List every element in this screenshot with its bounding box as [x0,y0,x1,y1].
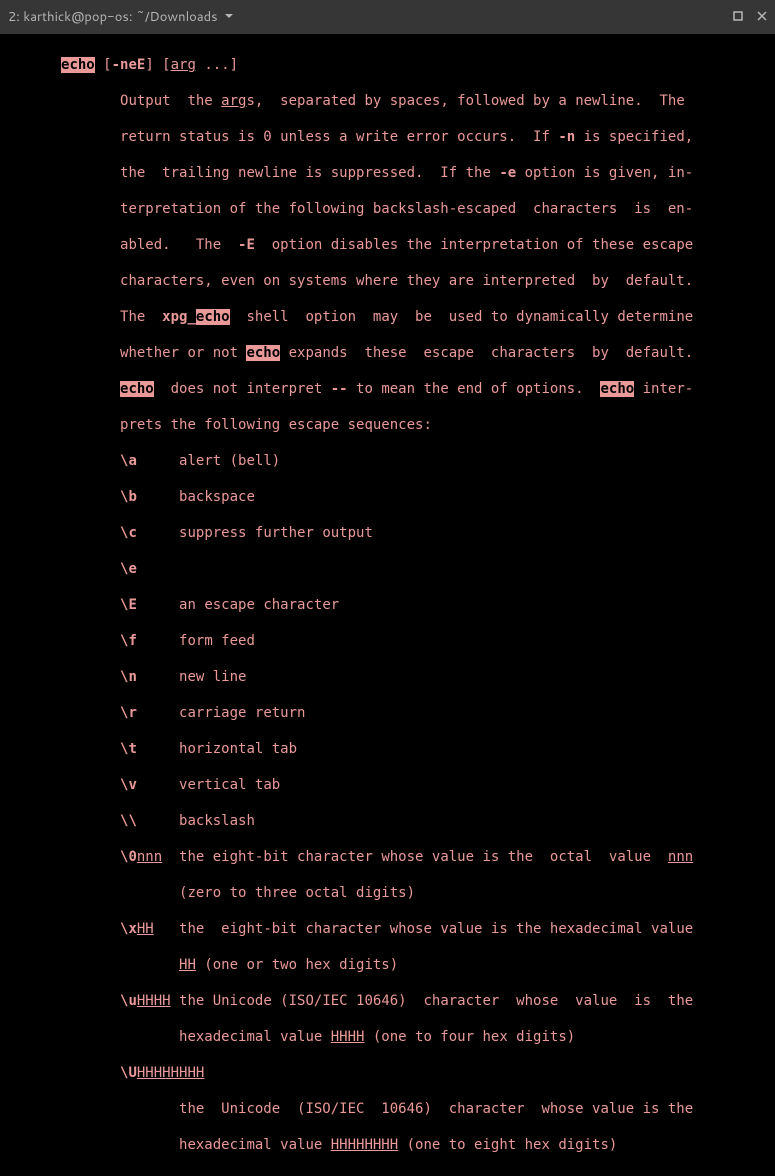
desc-line: return status is 0 unless a write error … [2,128,773,146]
desc-line: abled. The -E option disables the interp… [2,236,773,254]
maximize-button[interactable] [733,8,743,26]
escape-seq: \b backspace [2,488,773,506]
escape-seq: hexadecimal value HHHH (one to four hex … [2,1028,773,1046]
echo-cmd: echo [61,57,95,73]
escape-seq: \n new line [2,668,773,686]
ellipsis: ...] [196,57,238,73]
desc-line: The xpg_echo shell option may be used to… [2,308,773,326]
escape-seq: (zero to three octal digits) [2,884,773,902]
escape-seq: \t horizontal tab [2,740,773,758]
escape-seq: the Unicode (ISO/IEC 10646) character wh… [2,1100,773,1118]
close-button[interactable] [757,8,767,26]
desc-line: echo does not interpret -- to mean the e… [2,380,773,398]
window-titlebar: 2: karthick@pop-os: ~/Downloads [0,0,775,34]
desc-line: the trailing newline is suppressed. If t… [2,164,773,182]
escape-seq: \v vertical tab [2,776,773,794]
window-title: 2: karthick@pop-os: ~/Downloads [8,8,218,26]
escape-seq: hexadecimal value HHHHHHHH (one to eight… [2,1136,773,1154]
desc-line: terpretation of the following backslash-… [2,200,773,218]
escape-seq: \e [2,560,773,578]
escape-seq: \E an escape character [2,596,773,614]
escape-seq: \a alert (bell) [2,452,773,470]
escape-seq: \\ backslash [2,812,773,830]
desc-line: whether or not echo expands these escape… [2,344,773,362]
escape-seq: \xHH the eight-bit character whose value… [2,920,773,938]
terminal-output[interactable]: echo [-neE] [arg ...] Output the args, s… [0,34,775,1176]
escape-seq: \UHHHHHHHH [2,1064,773,1082]
flags: -neE [112,57,146,73]
escape-seq: \0nnn the eight-bit character whose valu… [2,848,773,866]
desc-line: Output the args, separated by spaces, fo… [2,92,773,110]
synopsis-line: echo [-neE] [arg ...] [2,56,773,74]
arg-label: arg [171,57,196,73]
window-title-area: 2: karthick@pop-os: ~/Downloads [8,8,733,26]
desc-line: characters, even on systems where they a… [2,272,773,290]
escape-seq: HH (one or two hex digits) [2,956,773,974]
escape-seq: \c suppress further output [2,524,773,542]
escape-seq: \r carriage return [2,704,773,722]
escape-seq: \uHHHH the Unicode (ISO/IEC 10646) chara… [2,992,773,1010]
desc-line: prets the following escape sequences: [2,416,773,434]
dropdown-icon[interactable] [224,8,234,26]
window-controls [733,8,767,26]
escape-seq: \f form feed [2,632,773,650]
